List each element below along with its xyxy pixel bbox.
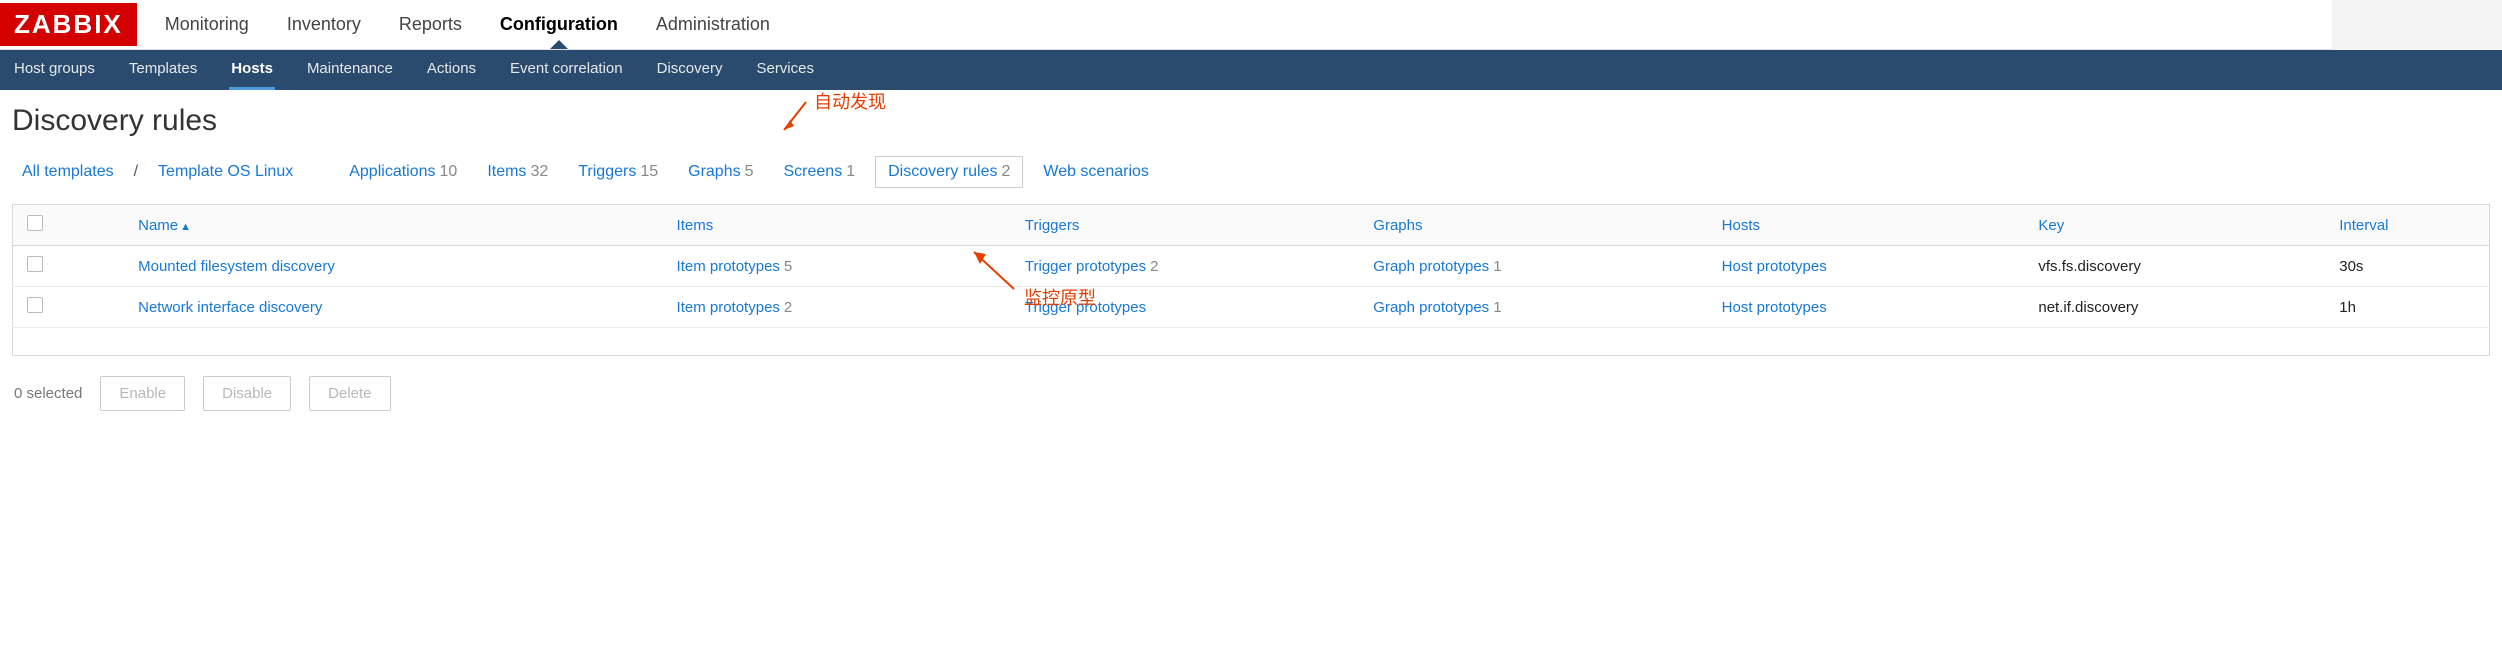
rule-name-link[interactable]: Mounted filesystem discovery	[138, 258, 335, 275]
item-prototypes-link[interactable]: Item prototypes	[677, 258, 780, 275]
subnav-discovery[interactable]: Discovery	[655, 50, 725, 90]
sort-asc-icon: ▲	[180, 221, 191, 233]
header-checkbox-cell	[13, 205, 125, 246]
nav-administration[interactable]: Administration	[656, 1, 770, 48]
host-prototypes-link[interactable]: Host prototypes	[1722, 258, 1827, 275]
logo[interactable]: ZABBIX	[0, 3, 137, 46]
enable-button[interactable]: Enable	[100, 376, 185, 411]
rule-key: vfs.fs.discovery	[2038, 258, 2141, 275]
header-triggers[interactable]: Triggers	[1011, 205, 1359, 246]
rule-interval: 1h	[2339, 299, 2356, 316]
selected-count: 0 selected	[14, 385, 82, 402]
page-title: Discovery rules	[12, 104, 2490, 138]
table-header-row: Name▲ Items Triggers Graphs Hosts Key In…	[13, 205, 2490, 246]
subnav-services[interactable]: Services	[754, 50, 816, 90]
tab-items[interactable]: Items32	[477, 157, 558, 187]
breadcrumb-sep: /	[134, 163, 138, 181]
graph-prototypes-count: 1	[1493, 258, 1501, 275]
tab-triggers[interactable]: Triggers15	[568, 157, 668, 187]
breadcrumb-template[interactable]: Template OS Linux	[148, 157, 303, 187]
select-all-checkbox[interactable]	[27, 215, 43, 231]
breadcrumb-all-templates[interactable]: All templates	[12, 157, 124, 187]
tab-graphs[interactable]: Graphs5	[678, 157, 763, 187]
footer-bar: 0 selected Enable Disable Delete	[12, 356, 2490, 431]
trigger-prototypes-count: 2	[1150, 258, 1158, 275]
header-interval[interactable]: Interval	[2325, 205, 2489, 246]
tab-discovery-rules[interactable]: Discovery rules2	[875, 156, 1023, 188]
graph-prototypes-link[interactable]: Graph prototypes	[1373, 299, 1489, 316]
subnav-host-groups[interactable]: Host groups	[12, 50, 97, 90]
rule-interval: 30s	[2339, 258, 2363, 275]
tab-web-scenarios[interactable]: Web scenarios	[1033, 157, 1159, 187]
table-row: Network interface discovery Item prototy…	[13, 287, 2490, 328]
item-prototypes-count: 5	[784, 258, 792, 275]
graph-prototypes-count: 1	[1493, 299, 1501, 316]
row-checkbox[interactable]	[27, 297, 43, 313]
breadcrumb: All templates / Template OS Linux Applic…	[12, 156, 2490, 188]
subnav-templates[interactable]: Templates	[127, 50, 199, 90]
row-checkbox[interactable]	[27, 256, 43, 272]
subnav-actions[interactable]: Actions	[425, 50, 478, 90]
sub-nav: Host groups Templates Hosts Maintenance …	[0, 50, 2502, 90]
delete-button[interactable]: Delete	[309, 376, 390, 411]
graph-prototypes-link[interactable]: Graph prototypes	[1373, 258, 1489, 275]
subnav-maintenance[interactable]: Maintenance	[305, 50, 395, 90]
page-body: Discovery rules 自动发现 All templates / Tem…	[0, 90, 2502, 431]
header-name[interactable]: Name▲	[124, 205, 662, 246]
host-prototypes-link[interactable]: Host prototypes	[1722, 299, 1827, 316]
nav-reports[interactable]: Reports	[399, 1, 462, 48]
main-nav: Monitoring Inventory Reports Configurati…	[165, 1, 770, 48]
nav-monitoring[interactable]: Monitoring	[165, 1, 249, 48]
header-right-box	[2332, 0, 2502, 50]
rule-key: net.if.discovery	[2038, 299, 2138, 316]
table-row: Mounted filesystem discovery Item protot…	[13, 246, 2490, 287]
header-hosts[interactable]: Hosts	[1708, 205, 2025, 246]
item-prototypes-link[interactable]: Item prototypes	[677, 299, 780, 316]
tab-screens[interactable]: Screens1	[774, 157, 866, 187]
nav-configuration[interactable]: Configuration	[500, 1, 618, 48]
discovery-rules-table: Name▲ Items Triggers Graphs Hosts Key In…	[12, 204, 2490, 356]
rule-name-link[interactable]: Network interface discovery	[138, 299, 322, 316]
header-key[interactable]: Key	[2024, 205, 2325, 246]
trigger-prototypes-link[interactable]: Trigger prototypes	[1025, 299, 1146, 316]
disable-button[interactable]: Disable	[203, 376, 291, 411]
nav-inventory[interactable]: Inventory	[287, 1, 361, 48]
item-prototypes-count: 2	[784, 299, 792, 316]
header-graphs[interactable]: Graphs	[1359, 205, 1707, 246]
trigger-prototypes-link[interactable]: Trigger prototypes	[1025, 258, 1146, 275]
header-items[interactable]: Items	[663, 205, 1011, 246]
top-header: ZABBIX Monitoring Inventory Reports Conf…	[0, 0, 2502, 50]
table-spacer	[13, 328, 2490, 356]
subnav-hosts[interactable]: Hosts	[229, 50, 275, 90]
subnav-event-correlation[interactable]: Event correlation	[508, 50, 625, 90]
tab-applications[interactable]: Applications10	[339, 157, 467, 187]
